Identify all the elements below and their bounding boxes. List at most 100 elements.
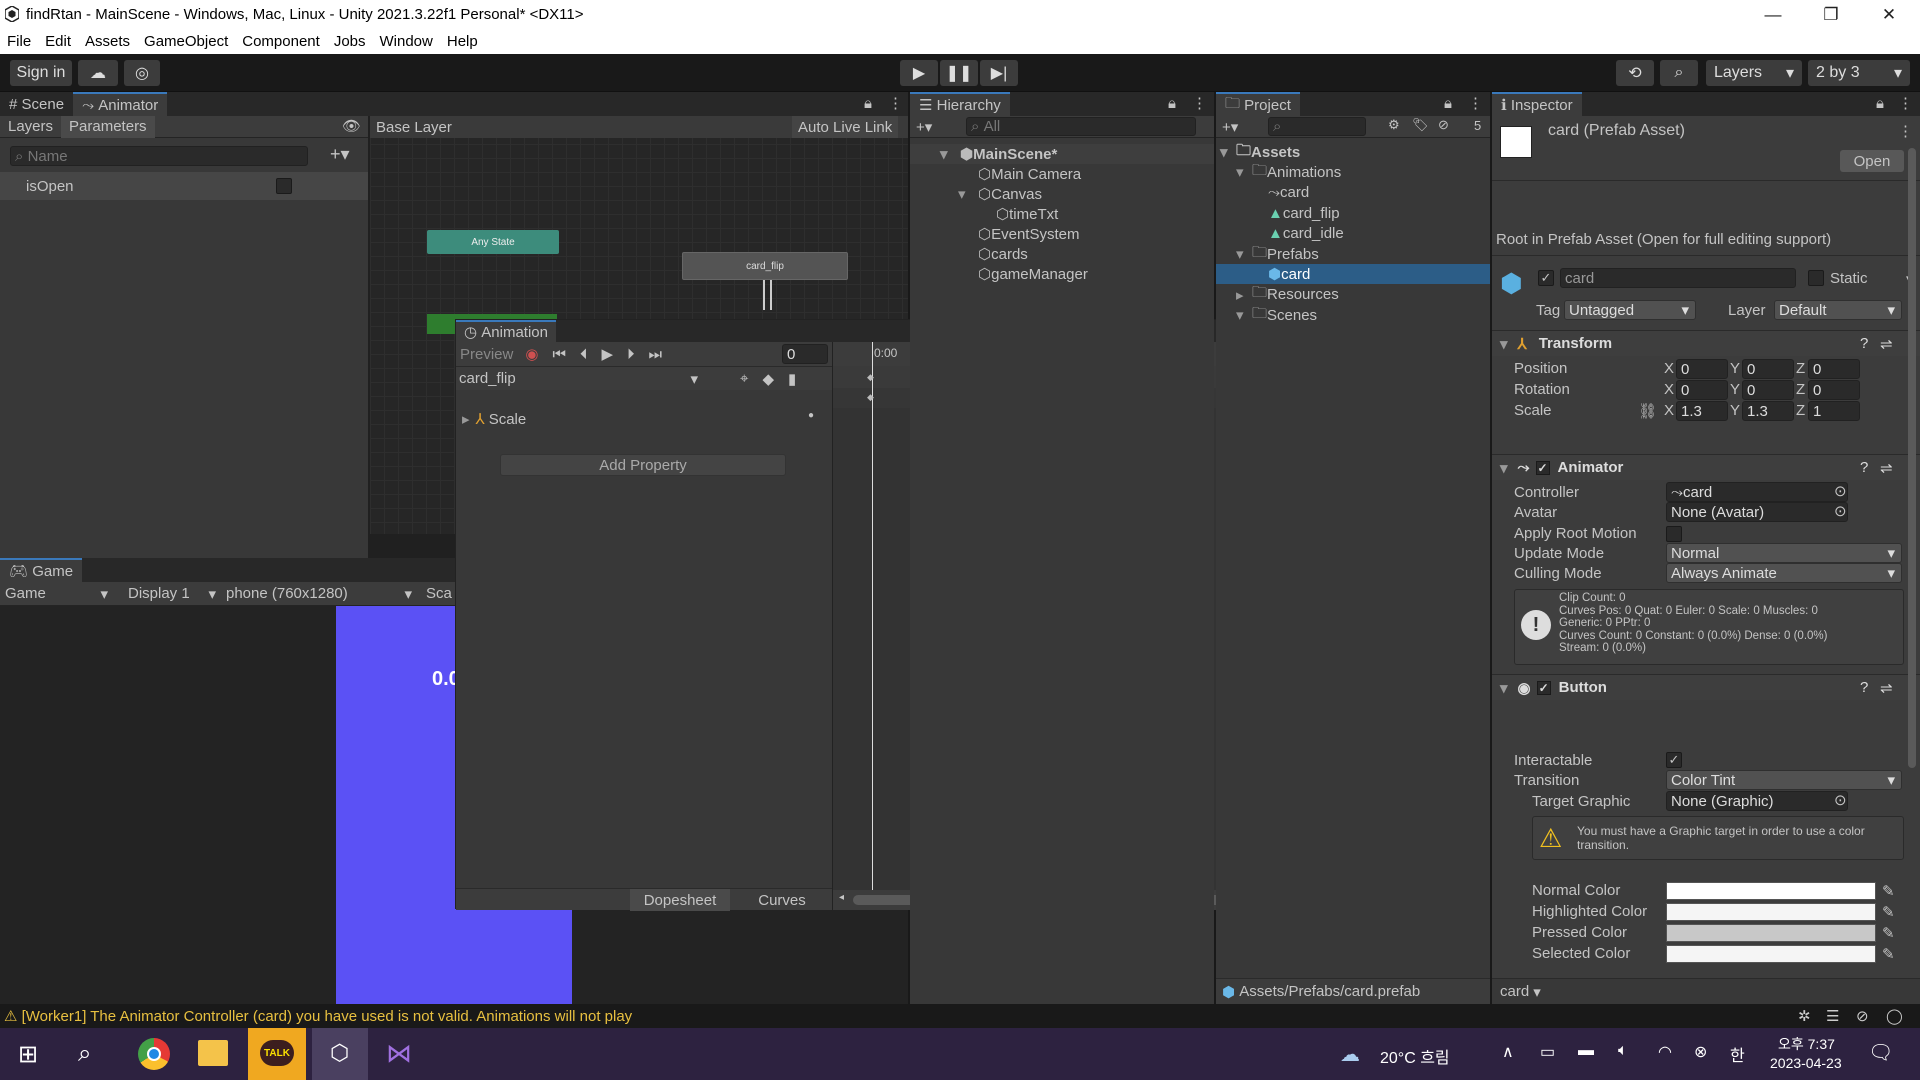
parameter-checkbox[interactable]	[276, 178, 292, 194]
menu-gameobject[interactable]: GameObject	[144, 33, 228, 50]
target-graphic-field[interactable]: None (Graphic)	[1666, 791, 1848, 811]
transform-scale-x-field[interactable]: 1.3	[1676, 401, 1728, 421]
history-icon[interactable]: ⟲	[1616, 60, 1654, 86]
parameter-search-input[interactable]: ⌕ Name	[10, 146, 308, 166]
step-button[interactable]: ▶|	[980, 60, 1018, 86]
pressed-color-swatch[interactable]	[1666, 924, 1876, 942]
hierarchy-item[interactable]: ⬢ MainScene* ▾	[910, 144, 1214, 164]
preset-icon[interactable]: ⇌	[1880, 679, 1893, 697]
first-key-icon[interactable]: ⏮	[552, 346, 566, 363]
property-row[interactable]: ▸ ⅄ Scale ●	[456, 408, 832, 430]
last-key-icon[interactable]: ⏭	[649, 346, 663, 363]
apply-root-motion-checkbox[interactable]	[1666, 526, 1682, 542]
foldout-arrow-icon[interactable]: ▸	[1236, 286, 1244, 304]
transition-dropdown[interactable]: Color Tint ▾	[1666, 770, 1902, 790]
scale-label[interactable]: Sca	[416, 585, 452, 602]
sign-in-button[interactable]: Sign in	[10, 60, 72, 86]
progress-icon[interactable]: ◯	[1886, 1007, 1903, 1025]
lock-icon[interactable]: 🔒︎	[1168, 95, 1176, 112]
dopesheet-tab[interactable]: Dopesheet	[630, 889, 730, 911]
footer-object-dropdown[interactable]: card	[1500, 983, 1529, 1000]
object-picker-icon[interactable]: ⊙	[1834, 482, 1847, 500]
close-button[interactable]: ✕	[1860, 0, 1918, 29]
visual-studio-icon[interactable]: ⋈	[386, 1038, 412, 1069]
help-icon[interactable]: ?	[1860, 459, 1868, 476]
object-picker-icon[interactable]: ⊙	[1834, 791, 1847, 809]
tab-animator[interactable]: ⤳ Animator	[73, 92, 168, 116]
frame-input[interactable]: 0	[782, 344, 828, 364]
remove-property-icon[interactable]: ●	[808, 410, 814, 421]
normal-color-swatch[interactable]	[1666, 882, 1876, 900]
eyedropper-icon[interactable]: ✎	[1882, 882, 1895, 900]
auto-live-link-button[interactable]: Auto Live Link	[792, 116, 899, 138]
menu-window[interactable]: Window	[380, 33, 433, 50]
pause-button[interactable]: ❚❚	[940, 60, 978, 86]
keyframe-diamond[interactable]: ◆	[867, 372, 874, 383]
wifi-icon[interactable]: ◠	[1658, 1042, 1672, 1062]
parameter-row[interactable]: isOpen	[0, 172, 368, 200]
search-icon[interactable]: ⌕	[78, 1040, 91, 1068]
battery-icon[interactable]: ▬	[1578, 1042, 1594, 1060]
tab-inspector[interactable]: ℹ Inspector	[1492, 92, 1582, 116]
project-item[interactable]: 🗀︎ Scenes ▾	[1216, 305, 1490, 325]
notifications-icon[interactable]: 🗨︎	[1868, 1040, 1893, 1065]
layers-dropdown[interactable]: Layers ▾	[1706, 60, 1802, 86]
filter-type-icon[interactable]: ⚙	[1388, 117, 1400, 133]
maximize-button[interactable]: ❐	[1802, 0, 1860, 29]
display-dropdown[interactable]: Display 1 ▾	[118, 585, 220, 603]
tag-dropdown[interactable]: Untagged ▾	[1564, 300, 1696, 320]
menu-assets[interactable]: Assets	[85, 33, 130, 50]
hierarchy-search-input[interactable]: ⌕ All	[966, 117, 1196, 136]
eyedropper-icon[interactable]: ✎	[1882, 924, 1895, 942]
menu-edit[interactable]: Edit	[45, 33, 71, 50]
create-button[interactable]: +▾	[1216, 118, 1238, 136]
transform-rotation-x-field[interactable]: 0	[1676, 380, 1728, 400]
add-event-icon[interactable]: ▮	[788, 370, 796, 388]
card-flip-node[interactable]: card_flip	[682, 252, 848, 280]
curves-tab[interactable]: Curves	[732, 889, 832, 911]
help-icon[interactable]: ?	[1860, 679, 1868, 696]
clock-time[interactable]: 오후 7:37	[1778, 1034, 1835, 1054]
kebab-menu-icon[interactable]: ⋮	[888, 94, 903, 112]
lock-icon[interactable]: 🔒︎	[1444, 95, 1452, 112]
create-button[interactable]: +▾	[910, 118, 932, 136]
kebab-menu-icon[interactable]: ⋮	[1192, 94, 1207, 112]
kebab-menu-icon[interactable]: ⋮	[1898, 122, 1913, 140]
project-search-input[interactable]: ⌕	[1268, 117, 1366, 136]
avatar-field[interactable]: None (Avatar)	[1666, 502, 1848, 522]
next-key-icon[interactable]: ⏵	[627, 346, 635, 363]
menu-file[interactable]: File	[7, 33, 31, 50]
project-item[interactable]: ▲ card_flip	[1216, 203, 1490, 223]
tab-parameters[interactable]: Parameters	[61, 115, 155, 138]
any-state-node[interactable]: Any State	[427, 230, 559, 254]
hierarchy-item[interactable]: ⬡ Main Camera	[910, 164, 1214, 184]
highlighted-color-swatch[interactable]	[1666, 903, 1876, 921]
kebab-menu-icon[interactable]: ⋮	[1898, 94, 1913, 112]
target-icon[interactable]: ⌖	[740, 370, 748, 387]
project-item[interactable]: 🗀︎ Animations ▾	[1216, 162, 1490, 182]
static-checkbox[interactable]	[1808, 270, 1824, 286]
add-keyframe-icon[interactable]: ◆	[762, 370, 774, 388]
animator-enabled-checkbox[interactable]: ✓	[1535, 460, 1550, 475]
hierarchy-item[interactable]: ⬡ cards	[910, 244, 1214, 264]
foldout-arrow-icon[interactable]: ▾	[1236, 245, 1244, 263]
search-icon[interactable]: ⌕	[1660, 60, 1698, 86]
foldout-arrow-icon[interactable]: ▾	[940, 145, 948, 163]
transform-scale-y-field[interactable]: 1.3	[1742, 401, 1794, 421]
kakaotalk-app[interactable]: TALK	[248, 1028, 306, 1080]
tab-game[interactable]: 🎮︎ Game	[0, 558, 83, 582]
foldout-arrow-icon[interactable]: ▾	[1492, 679, 1508, 697]
unity-app[interactable]: ⬡	[312, 1028, 368, 1080]
minimize-button[interactable]: —	[1744, 0, 1802, 29]
project-item[interactable]: ⤳ card	[1216, 183, 1490, 203]
button-header[interactable]: ▾ ◉ ✓ Button ? ⇌ ⋮	[1492, 674, 1920, 700]
eyedropper-icon[interactable]: ✎	[1882, 945, 1895, 963]
animator-header[interactable]: ▾ ⤳ ✓ Animator ? ⇌ ⋮	[1492, 454, 1920, 480]
tab-layers[interactable]: Layers	[0, 118, 61, 135]
play-icon[interactable]: ▶	[601, 345, 613, 363]
open-prefab-button[interactable]: Open	[1840, 150, 1904, 172]
transform-position-y-field[interactable]: 0	[1742, 359, 1794, 379]
hierarchy-item[interactable]: ⬡ Canvas ▾	[910, 184, 1214, 204]
menu-jobs[interactable]: Jobs	[334, 33, 366, 50]
meet-icon[interactable]: ▭	[1540, 1042, 1555, 1062]
